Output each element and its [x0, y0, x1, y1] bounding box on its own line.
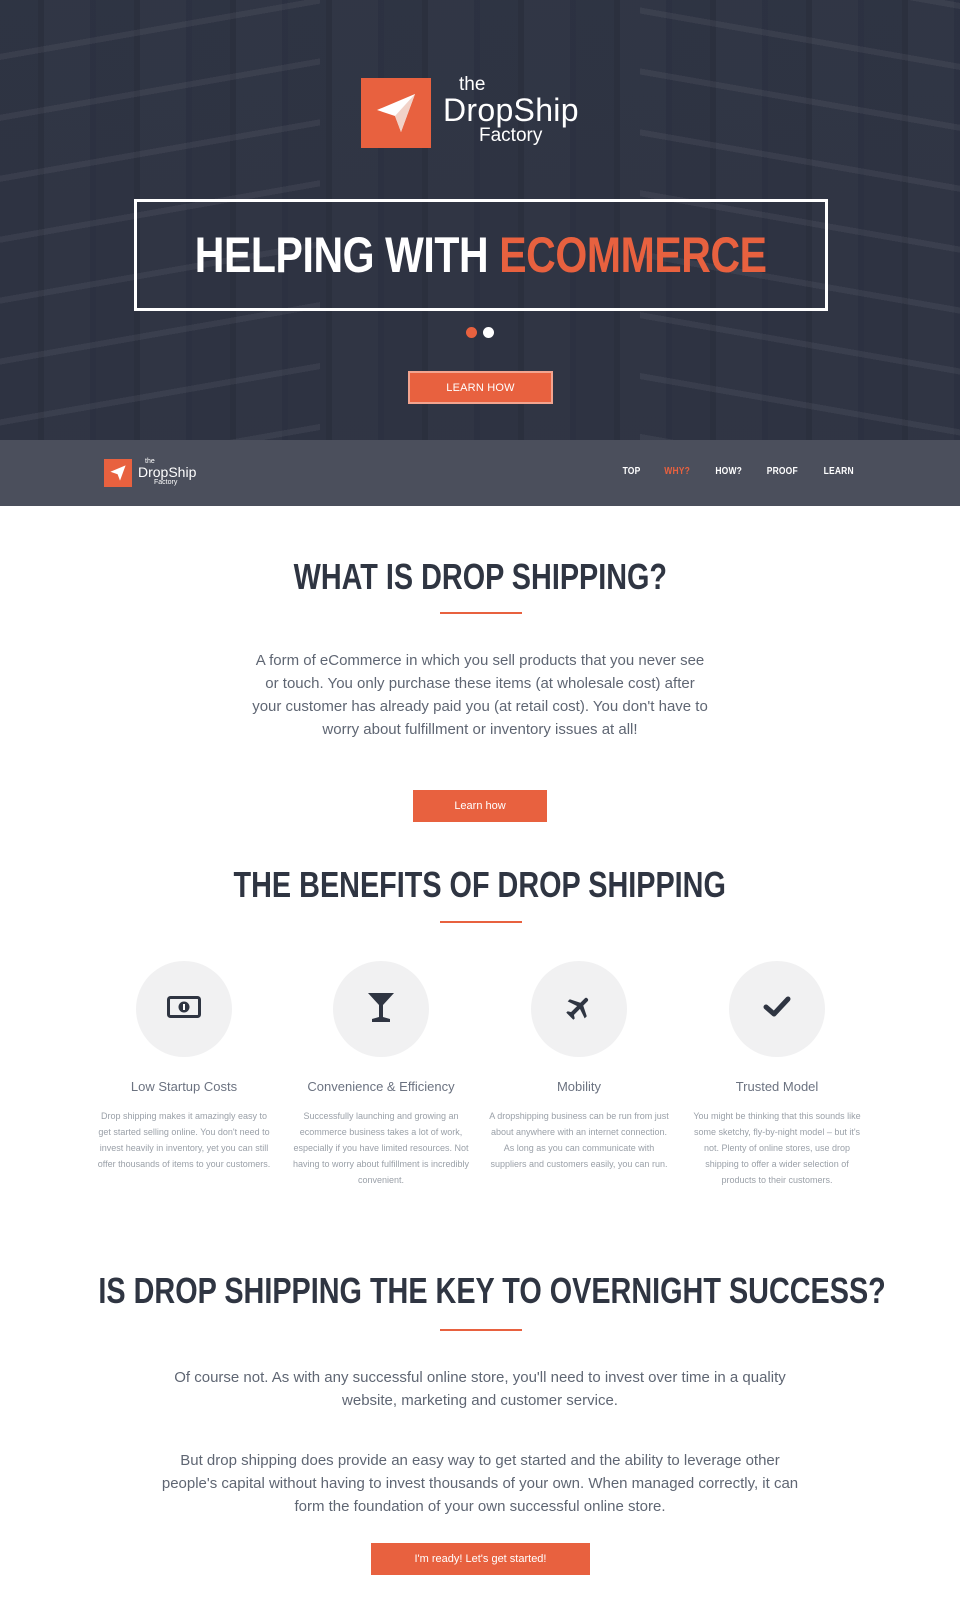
cocktail-icon — [367, 991, 395, 1028]
benefits-title-text: THE BENEFITS OF DROP SHIPPING — [233, 864, 727, 905]
checkmark-icon — [763, 996, 791, 1023]
learn-how-button[interactable]: Learn how — [413, 790, 547, 822]
nav-logo-factory: Factory — [154, 479, 178, 486]
money-icon — [167, 995, 201, 1023]
benefit-mobility: Mobility A dropshipping business can be … — [489, 961, 669, 1172]
slider-dot-1[interactable] — [466, 327, 477, 338]
slider-dot-2[interactable] — [483, 327, 494, 338]
benefit-title: Convenience & Efficiency — [307, 1079, 455, 1094]
airplane-icon — [565, 993, 593, 1026]
overnight-title-text: IS DROP SHIPPING THE KEY TO OVERNIGHT SU… — [98, 1270, 886, 1311]
nav-item-learn[interactable]: LEARN — [823, 466, 853, 477]
benefit-icon-circle — [531, 961, 627, 1057]
benefit-icon-circle — [333, 961, 429, 1057]
what-is-underline — [440, 612, 522, 614]
benefit-low-startup-costs: Low Startup Costs Drop shipping makes it… — [94, 961, 274, 1172]
benefit-text: You might be thinking that this sounds l… — [693, 1111, 861, 1185]
logo-dropship: DropShip — [443, 92, 579, 128]
learn-how-hero-button[interactable]: LEARN HOW — [408, 371, 553, 404]
nav-item-how[interactable]: HOW? — [715, 466, 742, 477]
logo-wordmark: the DropShip Factory — [443, 75, 579, 145]
benefit-text: A dropshipping business can be run from … — [489, 1111, 669, 1169]
nav-logo-wordmark: the DropShip Factory — [138, 458, 196, 486]
benefits-underline — [440, 921, 522, 923]
benefit-title: Mobility — [556, 1079, 602, 1094]
what-is-title: WHAT IS DROP SHIPPING? — [0, 556, 960, 598]
headline-white: HELPING WITH — [195, 227, 489, 283]
hero-headline: HELPING WITH ECOMMERCE — [195, 226, 767, 284]
benefit-icon-circle — [729, 961, 825, 1057]
nav-item-proof[interactable]: PROOF — [767, 466, 798, 477]
nav-logo-dropship: DropShip — [138, 464, 197, 480]
nav-item-top[interactable]: TOP — [623, 466, 641, 477]
nav-item-why[interactable]: WHY? — [665, 466, 691, 477]
hero-logo[interactable]: the DropShip Factory — [361, 75, 601, 148]
logo-factory: Factory — [479, 125, 543, 146]
paper-plane-logo-icon — [361, 78, 431, 148]
benefit-text: Successfully launching and growing an ec… — [292, 1111, 470, 1185]
headline-accent: ECOMMERCE — [499, 227, 768, 283]
benefit-text: Drop shipping makes it amazingly easy to… — [97, 1111, 271, 1169]
hero-section: the DropShip Factory HELPING WITH ECOMME… — [0, 0, 960, 440]
benefits-title: THE BENEFITS OF DROP SHIPPING — [0, 864, 960, 906]
benefit-title: Trusted Model — [735, 1079, 819, 1094]
headline-frame: HELPING WITH ECOMMERCE — [134, 199, 828, 311]
get-started-button[interactable]: I'm ready! Let's get started! — [371, 1543, 590, 1575]
benefit-trusted-model: Trusted Model You might be thinking that… — [687, 961, 867, 1188]
overnight-underline — [440, 1329, 522, 1331]
overnight-text-2: But drop shipping does provide an easy w… — [161, 1452, 799, 1515]
sticky-navbar: the DropShip Factory TOP WHY? HOW? PROOF… — [0, 440, 960, 506]
overnight-text-1: Of course not. As with any successful on… — [174, 1369, 786, 1409]
benefit-title: Low Startup Costs — [130, 1079, 238, 1094]
benefit-convenience: Convenience & Efficiency Successfully la… — [291, 961, 471, 1188]
nav-logo[interactable]: the DropShip Factory — [104, 458, 214, 489]
nav-menu: TOP WHY? HOW? PROOF LEARN — [621, 466, 856, 477]
overnight-title: IS DROP SHIPPING THE KEY TO OVERNIGHT SU… — [0, 1270, 960, 1312]
slider-dots — [466, 327, 494, 338]
what-is-title-text: WHAT IS DROP SHIPPING? — [293, 556, 667, 597]
what-is-text: A form of eCommerce in which you sell pr… — [252, 652, 708, 738]
paper-plane-logo-icon — [104, 459, 132, 487]
benefit-icon-circle — [136, 961, 232, 1057]
